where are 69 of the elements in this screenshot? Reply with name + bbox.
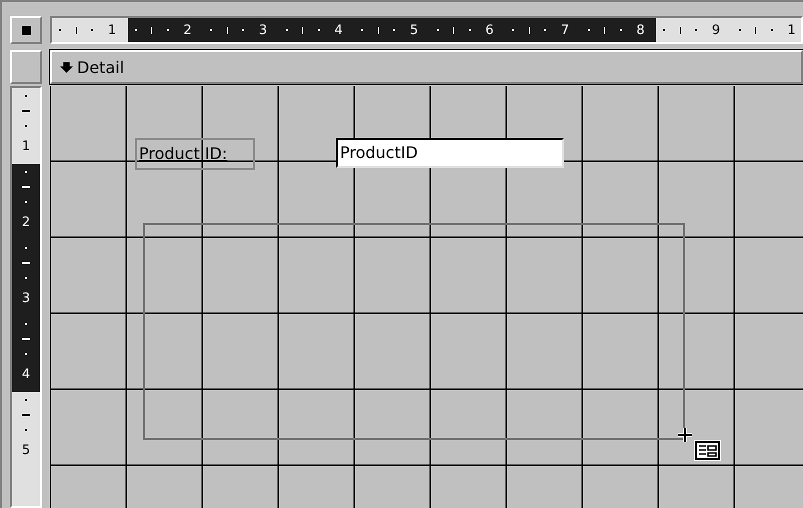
ruler-tick bbox=[695, 29, 698, 31]
ruler-tick bbox=[25, 277, 27, 280]
section-header-bar[interactable]: Detail bbox=[50, 50, 803, 84]
ruler-number: 9 bbox=[712, 24, 720, 36]
ruler-tick bbox=[210, 29, 212, 31]
ruler-tick bbox=[59, 29, 62, 31]
ruler-tick bbox=[242, 29, 244, 31]
ruler-number: 3 bbox=[22, 292, 30, 306]
ruler-number: 5 bbox=[410, 24, 418, 36]
ruler-tick bbox=[468, 29, 471, 31]
ruler-tick bbox=[166, 29, 169, 31]
ruler-number: 4 bbox=[22, 368, 30, 382]
ruler-tick bbox=[663, 29, 666, 31]
ruler-tick bbox=[76, 26, 77, 34]
field-label[interactable]: Product ID: bbox=[135, 138, 255, 170]
ruler-tick bbox=[528, 26, 530, 34]
ruler-tick bbox=[226, 26, 228, 34]
section-selector[interactable] bbox=[10, 50, 42, 84]
ruler-tick bbox=[25, 246, 27, 249]
ruler-tick bbox=[453, 26, 454, 34]
ruler-tick bbox=[22, 338, 30, 340]
ruler-number: 2 bbox=[22, 216, 30, 230]
ruler-tick bbox=[286, 29, 288, 31]
ruler-tick bbox=[436, 29, 439, 31]
ruler-tick bbox=[22, 186, 30, 188]
ruler-tick bbox=[620, 29, 622, 31]
ruler-number: 7 bbox=[560, 24, 570, 36]
text-box-control[interactable]: ProductID bbox=[336, 138, 564, 168]
ruler-tick bbox=[22, 262, 30, 264]
ruler-number: 2 bbox=[183, 24, 192, 36]
ruler-tick bbox=[588, 29, 590, 31]
ruler-tick bbox=[151, 26, 152, 34]
ruler-tick bbox=[604, 26, 606, 34]
ruler-number: 1 bbox=[108, 24, 116, 36]
ruler-tick bbox=[680, 26, 681, 34]
ruler-number: 1 bbox=[22, 140, 30, 154]
ruler-tick bbox=[25, 94, 27, 97]
ruler-number: 3 bbox=[258, 24, 268, 36]
ruler-tick bbox=[25, 125, 27, 128]
ruler-tick bbox=[25, 353, 27, 356]
ruler-tick bbox=[134, 29, 137, 31]
ruler-tick bbox=[25, 322, 27, 325]
ruler-tick bbox=[91, 29, 94, 31]
ruler-number: 8 bbox=[636, 24, 645, 36]
ruler-tick bbox=[512, 29, 514, 31]
ruler-tick bbox=[302, 26, 304, 34]
section-title: Detail bbox=[77, 58, 124, 76]
ruler-tick bbox=[25, 398, 27, 401]
ruler-number: 1 bbox=[787, 24, 796, 36]
ruler-number: 6 bbox=[485, 24, 494, 36]
ruler-tick bbox=[738, 29, 741, 31]
ruler-tick bbox=[544, 29, 546, 31]
ruler-tick bbox=[22, 110, 30, 112]
ruler-tick bbox=[318, 29, 320, 31]
ruler-tick bbox=[393, 29, 396, 31]
ruler-tick bbox=[755, 26, 756, 34]
ruler-tick bbox=[770, 29, 773, 31]
ruler-tick bbox=[378, 26, 379, 34]
ruler-tick bbox=[25, 429, 27, 432]
ruler-number: 5 bbox=[22, 444, 30, 458]
ruler-tick bbox=[25, 170, 27, 173]
ruler-tick bbox=[361, 29, 364, 31]
ruler-tick bbox=[22, 414, 30, 416]
select-form-button[interactable] bbox=[10, 16, 42, 44]
ruler-tick bbox=[25, 201, 27, 204]
ruler-number: 4 bbox=[334, 24, 343, 36]
down-arrow-icon bbox=[60, 60, 73, 74]
design-grid[interactable]: Product ID: ProductID bbox=[50, 86, 803, 508]
crosshair-cursor-icon bbox=[677, 427, 723, 463]
